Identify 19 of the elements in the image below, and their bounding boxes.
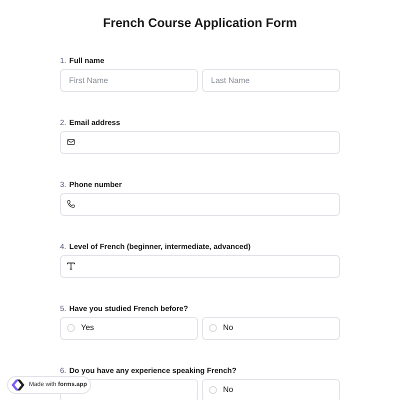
- radio-button[interactable]: [209, 324, 217, 332]
- form-title: French Course Application Form: [102, 15, 297, 32]
- input-field[interactable]: [60, 130, 340, 154]
- choice-option[interactable]: No: [202, 316, 340, 340]
- option-label: No: [223, 322, 234, 334]
- text-field[interactable]: First Name: [60, 68, 198, 92]
- input-field[interactable]: [60, 254, 340, 278]
- option-label: Yes: [81, 322, 94, 334]
- choice-option[interactable]: No: [202, 378, 340, 400]
- radio-button[interactable]: [209, 386, 217, 394]
- input-field[interactable]: [60, 192, 340, 216]
- option-label: No: [223, 384, 234, 396]
- radio-button[interactable]: [67, 324, 75, 332]
- logo-icon: [11, 379, 25, 391]
- mail-icon: [67, 138, 75, 146]
- choice-option[interactable]: Yes: [60, 316, 198, 340]
- text-field[interactable]: Last Name: [202, 68, 340, 92]
- phone-icon: [67, 200, 75, 208]
- text-icon: [67, 262, 75, 270]
